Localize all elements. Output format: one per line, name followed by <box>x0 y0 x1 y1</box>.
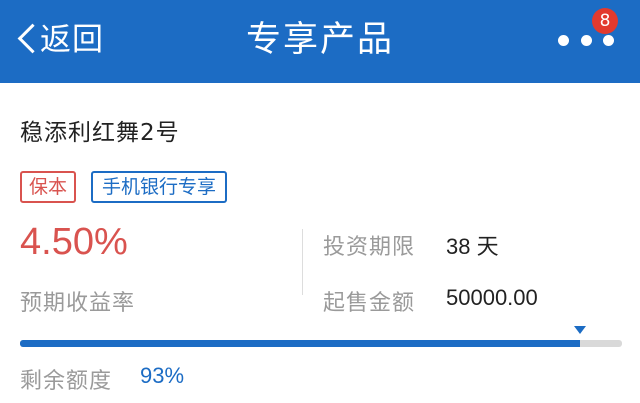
progress-marker-icon <box>573 326 586 334</box>
remaining-quota-progress-bar <box>20 340 622 347</box>
more-dot-icon <box>603 34 614 46</box>
principal-protected-tag: 保本 <box>20 171 77 203</box>
expected-yield-label: 预期收益率 <box>20 291 136 316</box>
more-dot-icon <box>558 34 569 46</box>
vertical-divider <box>302 229 303 295</box>
remaining-quota-label: 剩余额度 <box>20 369 113 394</box>
remaining-quota-value: 93% <box>140 363 185 388</box>
progress-fill <box>20 340 580 347</box>
product-card[interactable]: 稳添利红舞2号 保本 手机银行专享 4.50% 预期收益率 投资期限 38 天 … <box>0 83 640 403</box>
mobile-banking-exclusive-tag: 手机银行专享 <box>91 171 228 203</box>
expected-yield-value: 4.50% <box>20 221 128 263</box>
page-title: 专享产品 <box>245 20 394 60</box>
notification-badge: 8 <box>592 8 618 34</box>
top-navigation-bar: 返回 专享产品 8 <box>0 0 640 83</box>
investment-term-label: 投资期限 <box>323 235 416 260</box>
investment-term-value: 38 天 <box>446 234 499 259</box>
minimum-amount-value: 50000.00 <box>446 285 538 310</box>
product-name: 稳添利红舞2号 <box>20 120 180 146</box>
minimum-amount-label: 起售金额 <box>323 291 416 316</box>
more-dot-icon <box>580 34 592 46</box>
